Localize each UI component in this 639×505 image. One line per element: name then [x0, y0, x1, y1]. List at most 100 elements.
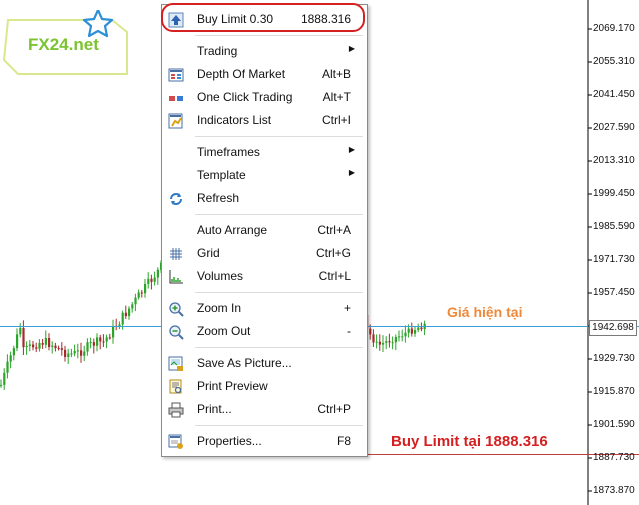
- menu-item-label: Trading: [197, 44, 238, 58]
- candle-body: [414, 330, 417, 334]
- menu-item-label: Print Preview: [197, 379, 268, 393]
- candle-body: [150, 278, 153, 282]
- candle-body: [156, 269, 159, 278]
- candle-body: [6, 361, 9, 373]
- candle-body: [54, 345, 57, 349]
- candle-body: [3, 372, 6, 385]
- price-axis-label: 1873.870: [593, 485, 635, 496]
- candle-body: [28, 344, 31, 346]
- menu-item-label: Zoom In: [197, 301, 242, 315]
- menu-item-label: Depth Of Market: [197, 67, 286, 81]
- candle-body: [32, 344, 35, 348]
- grid-icon: [170, 248, 182, 260]
- menu-item-one-click-trading[interactable]: One Click Trading Alt+T: [162, 86, 367, 109]
- menu-item-shortcut: -: [347, 324, 351, 338]
- menu-item-shortcut: Ctrl+G: [315, 246, 351, 260]
- price-axis-label: 2027.590: [593, 122, 635, 133]
- candle-body: [89, 342, 92, 344]
- candle-body: [22, 328, 25, 348]
- candle-body: [83, 351, 86, 356]
- price-axis-label: 1999.450: [593, 188, 635, 199]
- candle-body: [134, 297, 137, 305]
- menu-item-print[interactable]: Print... Ctrl+P: [162, 398, 367, 421]
- volumes-icon: [169, 270, 183, 284]
- candle-body: [35, 347, 38, 349]
- menu-separator: [195, 214, 363, 215]
- candle-body: [420, 327, 423, 330]
- candle-body: [410, 328, 413, 334]
- candle-body: [41, 343, 44, 345]
- menu-item-label: One Click Trading: [197, 90, 293, 104]
- zoom-out-icon: [169, 325, 184, 340]
- menu-item-shortcut: Ctrl+A: [317, 223, 351, 237]
- candle-body: [112, 325, 115, 338]
- menu-item-trading[interactable]: Trading ▶: [162, 40, 367, 63]
- candle-body: [382, 342, 385, 345]
- menu-item-label: Volumes: [197, 269, 244, 283]
- submenu-arrow-icon: ▶: [348, 145, 355, 154]
- candle-body: [137, 292, 140, 298]
- menu-item-label: Indicators List: [197, 113, 272, 127]
- menu-item-template[interactable]: Template ▶: [162, 164, 367, 187]
- candle-body: [417, 327, 420, 331]
- candle-body: [124, 312, 127, 317]
- candle-body: [70, 353, 73, 355]
- menu-item-zoom-in[interactable]: Zoom In +: [162, 297, 367, 320]
- candle-body: [369, 328, 372, 335]
- menu-item-depth-of-market[interactable]: Depth Of Market Alt+B: [162, 63, 367, 86]
- price-axis-label: 1915.870: [593, 386, 635, 397]
- price-axis-label: 2041.450: [593, 89, 635, 100]
- candle-body: [121, 312, 124, 325]
- candle-body: [73, 351, 76, 354]
- candle-body: [44, 338, 47, 345]
- price-axis-ticks: [588, 28, 592, 492]
- candle-body: [391, 342, 394, 344]
- menu-item-label: Auto Arrange: [197, 223, 268, 237]
- candle-body: [48, 338, 51, 347]
- chart-context-menu: Buy Limit 0.30 1888.316 Trading ▶ Depth …: [161, 4, 368, 457]
- price-axis-label: 1957.450: [593, 287, 635, 298]
- menu-item-label: Save As Picture...: [197, 356, 292, 370]
- price-axis-label: 1985.590: [593, 221, 635, 232]
- menu-separator: [195, 347, 363, 348]
- menu-item-timeframes[interactable]: Timeframes ▶: [162, 141, 367, 164]
- indicators-list-icon: [168, 113, 183, 129]
- menu-item-volumes[interactable]: Volumes Ctrl+L: [162, 265, 367, 288]
- candle-body: [19, 328, 22, 335]
- menu-item-zoom-out[interactable]: Zoom Out -: [162, 320, 367, 343]
- candle-body: [401, 336, 404, 338]
- price-axis-label: 2069.170: [593, 23, 635, 34]
- menu-item-save-as-picture[interactable]: Save As Picture...: [162, 352, 367, 375]
- menu-item-shortcut: +: [343, 301, 351, 315]
- menu-item-indicators-list[interactable]: Indicators List Ctrl+I: [162, 109, 367, 132]
- properties-icon: [168, 434, 183, 449]
- candle-body: [9, 355, 12, 362]
- menu-separator: [195, 292, 363, 293]
- candle-body: [147, 278, 150, 284]
- candle-body: [57, 348, 60, 350]
- candle-body: [86, 342, 89, 352]
- candle-body: [12, 348, 15, 356]
- menu-item-print-preview[interactable]: Print Preview: [162, 375, 367, 398]
- candle-body: [0, 384, 3, 386]
- menu-item-refresh[interactable]: Refresh: [162, 187, 367, 210]
- menu-item-auto-arrange[interactable]: Auto Arrange Ctrl+A: [162, 219, 367, 242]
- menu-item-grid[interactable]: Grid Ctrl+G: [162, 242, 367, 265]
- candle-body: [378, 341, 381, 345]
- candle-body: [99, 337, 102, 342]
- candle-body: [153, 277, 156, 282]
- menu-item-shortcut: F8: [336, 434, 351, 448]
- candle-body: [64, 349, 67, 357]
- menu-item-label: Refresh: [197, 191, 240, 205]
- save-picture-icon: [168, 356, 183, 371]
- menu-item-buy-limit[interactable]: Buy Limit 0.30 1888.316: [162, 8, 367, 31]
- candle-body: [60, 348, 63, 350]
- submenu-arrow-icon: ▶: [348, 44, 355, 53]
- candle-body: [16, 334, 19, 349]
- star-icon: [82, 10, 114, 38]
- menu-item-properties[interactable]: Properties... F8: [162, 430, 367, 453]
- menu-item-shortcut: Alt+B: [321, 67, 351, 81]
- candle-body: [398, 336, 401, 338]
- candle-body: [38, 343, 41, 349]
- menu-separator: [195, 425, 363, 426]
